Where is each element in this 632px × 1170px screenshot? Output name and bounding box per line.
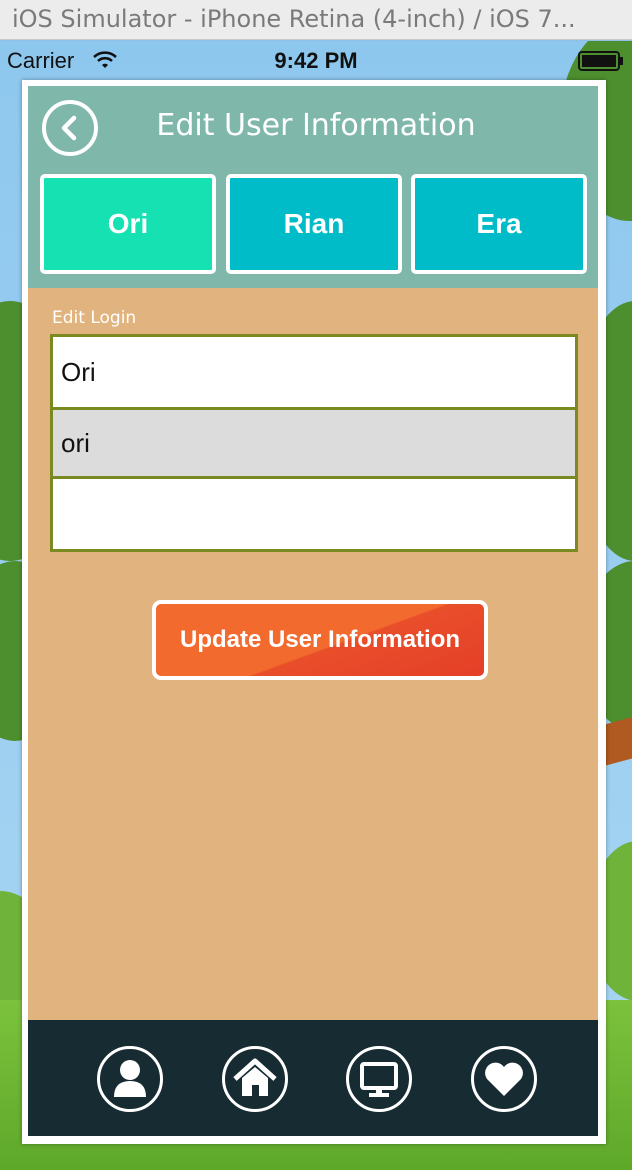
monitor-icon <box>360 1062 398 1097</box>
edit-user-card: Edit User Information Ori Rian Era Edit … <box>22 80 606 1144</box>
edit-login-label: Edit Login <box>52 308 137 328</box>
update-user-button[interactable]: Update User Information <box>152 600 488 680</box>
tab-label: Rian <box>283 208 345 239</box>
password-field[interactable] <box>53 479 575 549</box>
tab-label: Era <box>476 208 522 239</box>
status-bar: Carrier 9:42 PM <box>0 41 632 79</box>
nav-profile-button[interactable] <box>97 1046 163 1112</box>
name-field-value: Ori <box>61 356 96 387</box>
tab-label: Ori <box>107 208 149 239</box>
name-field[interactable]: Ori <box>53 337 575 407</box>
nav-favorites-button[interactable] <box>471 1046 537 1112</box>
login-form: Ori ori <box>50 334 578 552</box>
nav-home-button[interactable] <box>222 1046 288 1112</box>
tab-user-2[interactable]: Rian <box>226 174 402 274</box>
update-user-button-label: Update User Information <box>179 626 461 653</box>
tab-user-3[interactable]: Era <box>411 174 587 274</box>
heart-icon <box>485 1062 523 1096</box>
user-icon <box>114 1060 146 1097</box>
username-field[interactable]: ori <box>53 410 575 476</box>
user-tabs: Ori Rian Era <box>40 174 588 274</box>
battery-icon <box>578 51 623 71</box>
tab-user-1[interactable]: Ori <box>40 174 216 274</box>
status-time: 9:42 PM <box>274 48 358 73</box>
username-field-value: ori <box>61 427 90 458</box>
bottom-nav <box>28 1020 598 1136</box>
home-icon <box>233 1058 277 1096</box>
header: Edit User Information Ori Rian Era <box>28 86 598 288</box>
simulator-title-bar: iOS Simulator - iPhone Retina (4-inch) /… <box>0 0 632 40</box>
simulator-title: iOS Simulator - iPhone Retina (4-inch) /… <box>12 5 576 33</box>
nav-computer-button[interactable] <box>346 1046 412 1112</box>
page-title: Edit User Information <box>156 108 476 143</box>
